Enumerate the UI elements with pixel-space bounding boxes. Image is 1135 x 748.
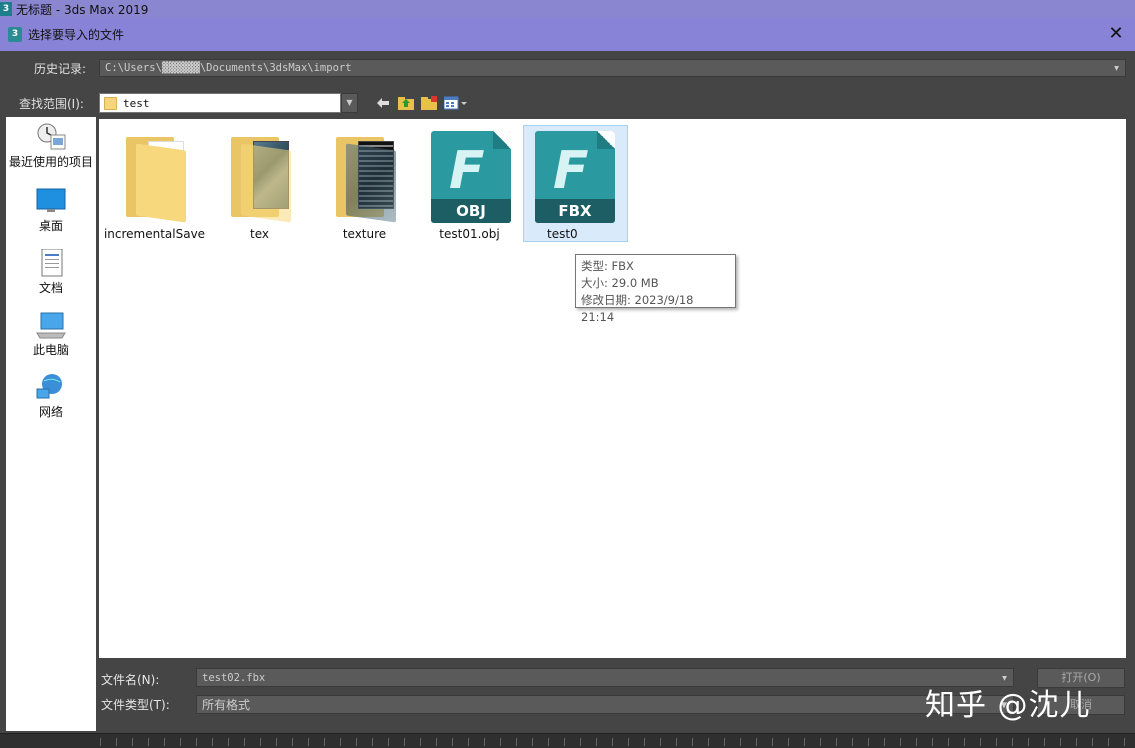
tooltip-modified: 修改日期: 2023/9/18 21:14	[581, 293, 694, 324]
history-path: C:\Users\▓▓▓▓▓▓\Documents\3dsMax\import	[105, 62, 352, 74]
places-bar: 最近使用的项目 桌面 文档 此电脑 网络	[6, 117, 96, 731]
place-network[interactable]: 网络	[6, 373, 96, 420]
place-label: 网络	[38, 405, 63, 419]
place-label: 此电脑	[32, 343, 69, 357]
lookin-label: 查找范围(I):	[19, 97, 84, 111]
place-documents[interactable]: 文档	[6, 248, 96, 296]
new-folder-icon[interactable]	[420, 95, 438, 111]
folder-icon	[104, 96, 117, 110]
file-name: test0	[547, 227, 578, 241]
filetype-dropdown[interactable]: 所有格式 ▼	[196, 695, 1014, 714]
computer-icon	[35, 311, 67, 339]
filetype-label: 文件类型(T):	[101, 698, 170, 712]
autodesk-obj-file-icon: F OBJ	[431, 131, 511, 223]
folder-icon	[126, 137, 186, 223]
file-name: tex	[250, 227, 269, 241]
file-item-texture[interactable]: texture	[312, 127, 417, 242]
folder-icon	[336, 137, 396, 223]
dialog-title: 选择要导入的文件	[28, 28, 125, 42]
3dsmax-app-icon: 3	[0, 2, 12, 16]
file-item-tex[interactable]: tex	[207, 127, 312, 242]
folder-icon	[231, 137, 291, 223]
recent-icon	[35, 123, 67, 151]
back-arrow-icon[interactable]	[374, 95, 392, 111]
tooltip-type: 类型: FBX	[581, 259, 634, 273]
close-button[interactable]: ✕	[1107, 25, 1125, 43]
documents-icon	[35, 248, 67, 277]
file-item-test01-obj[interactable]: F OBJ test01.obj	[417, 127, 522, 242]
app-title: 无标题 - 3ds Max 2019	[16, 2, 149, 17]
chevron-down-icon: ▼	[1114, 63, 1119, 73]
zhihu-watermark: 知乎 @沈儿	[925, 688, 1091, 723]
desktop-icon	[35, 187, 67, 215]
network-icon	[35, 373, 67, 401]
app-titlebar: 3 无标题 - 3ds Max 2019	[0, 0, 1135, 18]
filename-input[interactable]: test02.fbx ▼	[196, 668, 1014, 687]
filename-value: test02.fbx	[202, 671, 266, 684]
place-computer[interactable]: 此电脑	[6, 311, 96, 358]
dialog-titlebar: 3 选择要导入的文件 ✕	[0, 18, 1135, 51]
autodesk-fbx-file-icon: F FBX	[535, 131, 615, 223]
place-label: 文档	[38, 281, 63, 295]
lookin-combo[interactable]: test	[99, 93, 341, 113]
timeline-strip	[0, 733, 1135, 748]
place-label: 桌面	[38, 219, 63, 233]
view-menu-icon[interactable]	[443, 95, 469, 111]
file-name: incrementalSave	[103, 227, 206, 241]
dialog-app-icon: 3	[8, 27, 22, 42]
import-dialog: 历史记录: C:\Users\▓▓▓▓▓▓\Documents\3dsMax\i…	[0, 51, 1135, 748]
place-recent[interactable]: 最近使用的项目	[6, 123, 96, 170]
place-desktop[interactable]: 桌面	[6, 187, 96, 234]
timeline-ticks	[100, 738, 1125, 746]
history-label: 历史记录:	[34, 62, 87, 76]
file-tooltip: 类型: FBX 大小: 29.0 MB 修改日期: 2023/9/18 21:1…	[575, 254, 736, 324]
lookin-dropdown-button[interactable]: ▼	[341, 93, 358, 113]
history-dropdown[interactable]: C:\Users\▓▓▓▓▓▓\Documents\3dsMax\import …	[99, 59, 1126, 77]
file-list-pane[interactable]: incrementalSave tex texture F OBJ test01…	[99, 119, 1126, 658]
tooltip-size: 大小: 29.0 MB	[581, 276, 659, 290]
file-item-incrementalSave[interactable]: incrementalSave	[102, 127, 207, 242]
file-name: texture	[342, 227, 387, 241]
up-folder-icon[interactable]	[397, 95, 415, 111]
file-name: test01.obj	[439, 227, 500, 241]
place-label: 最近使用的项目	[8, 155, 93, 169]
filename-label: 文件名(N):	[101, 673, 160, 687]
filetype-value: 所有格式	[202, 698, 251, 712]
file-item-test02-fbx[interactable]: F FBX test0	[523, 125, 628, 242]
lookin-value: test	[123, 96, 150, 110]
